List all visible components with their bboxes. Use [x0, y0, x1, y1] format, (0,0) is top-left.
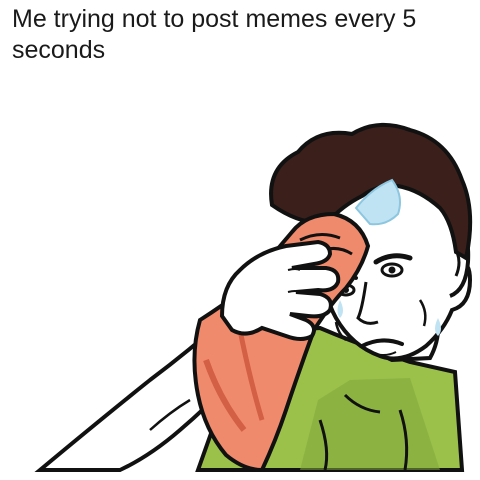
meme-illustration	[34, 122, 473, 473]
hand	[219, 239, 341, 341]
man-wiping-sweat-icon	[34, 122, 473, 473]
